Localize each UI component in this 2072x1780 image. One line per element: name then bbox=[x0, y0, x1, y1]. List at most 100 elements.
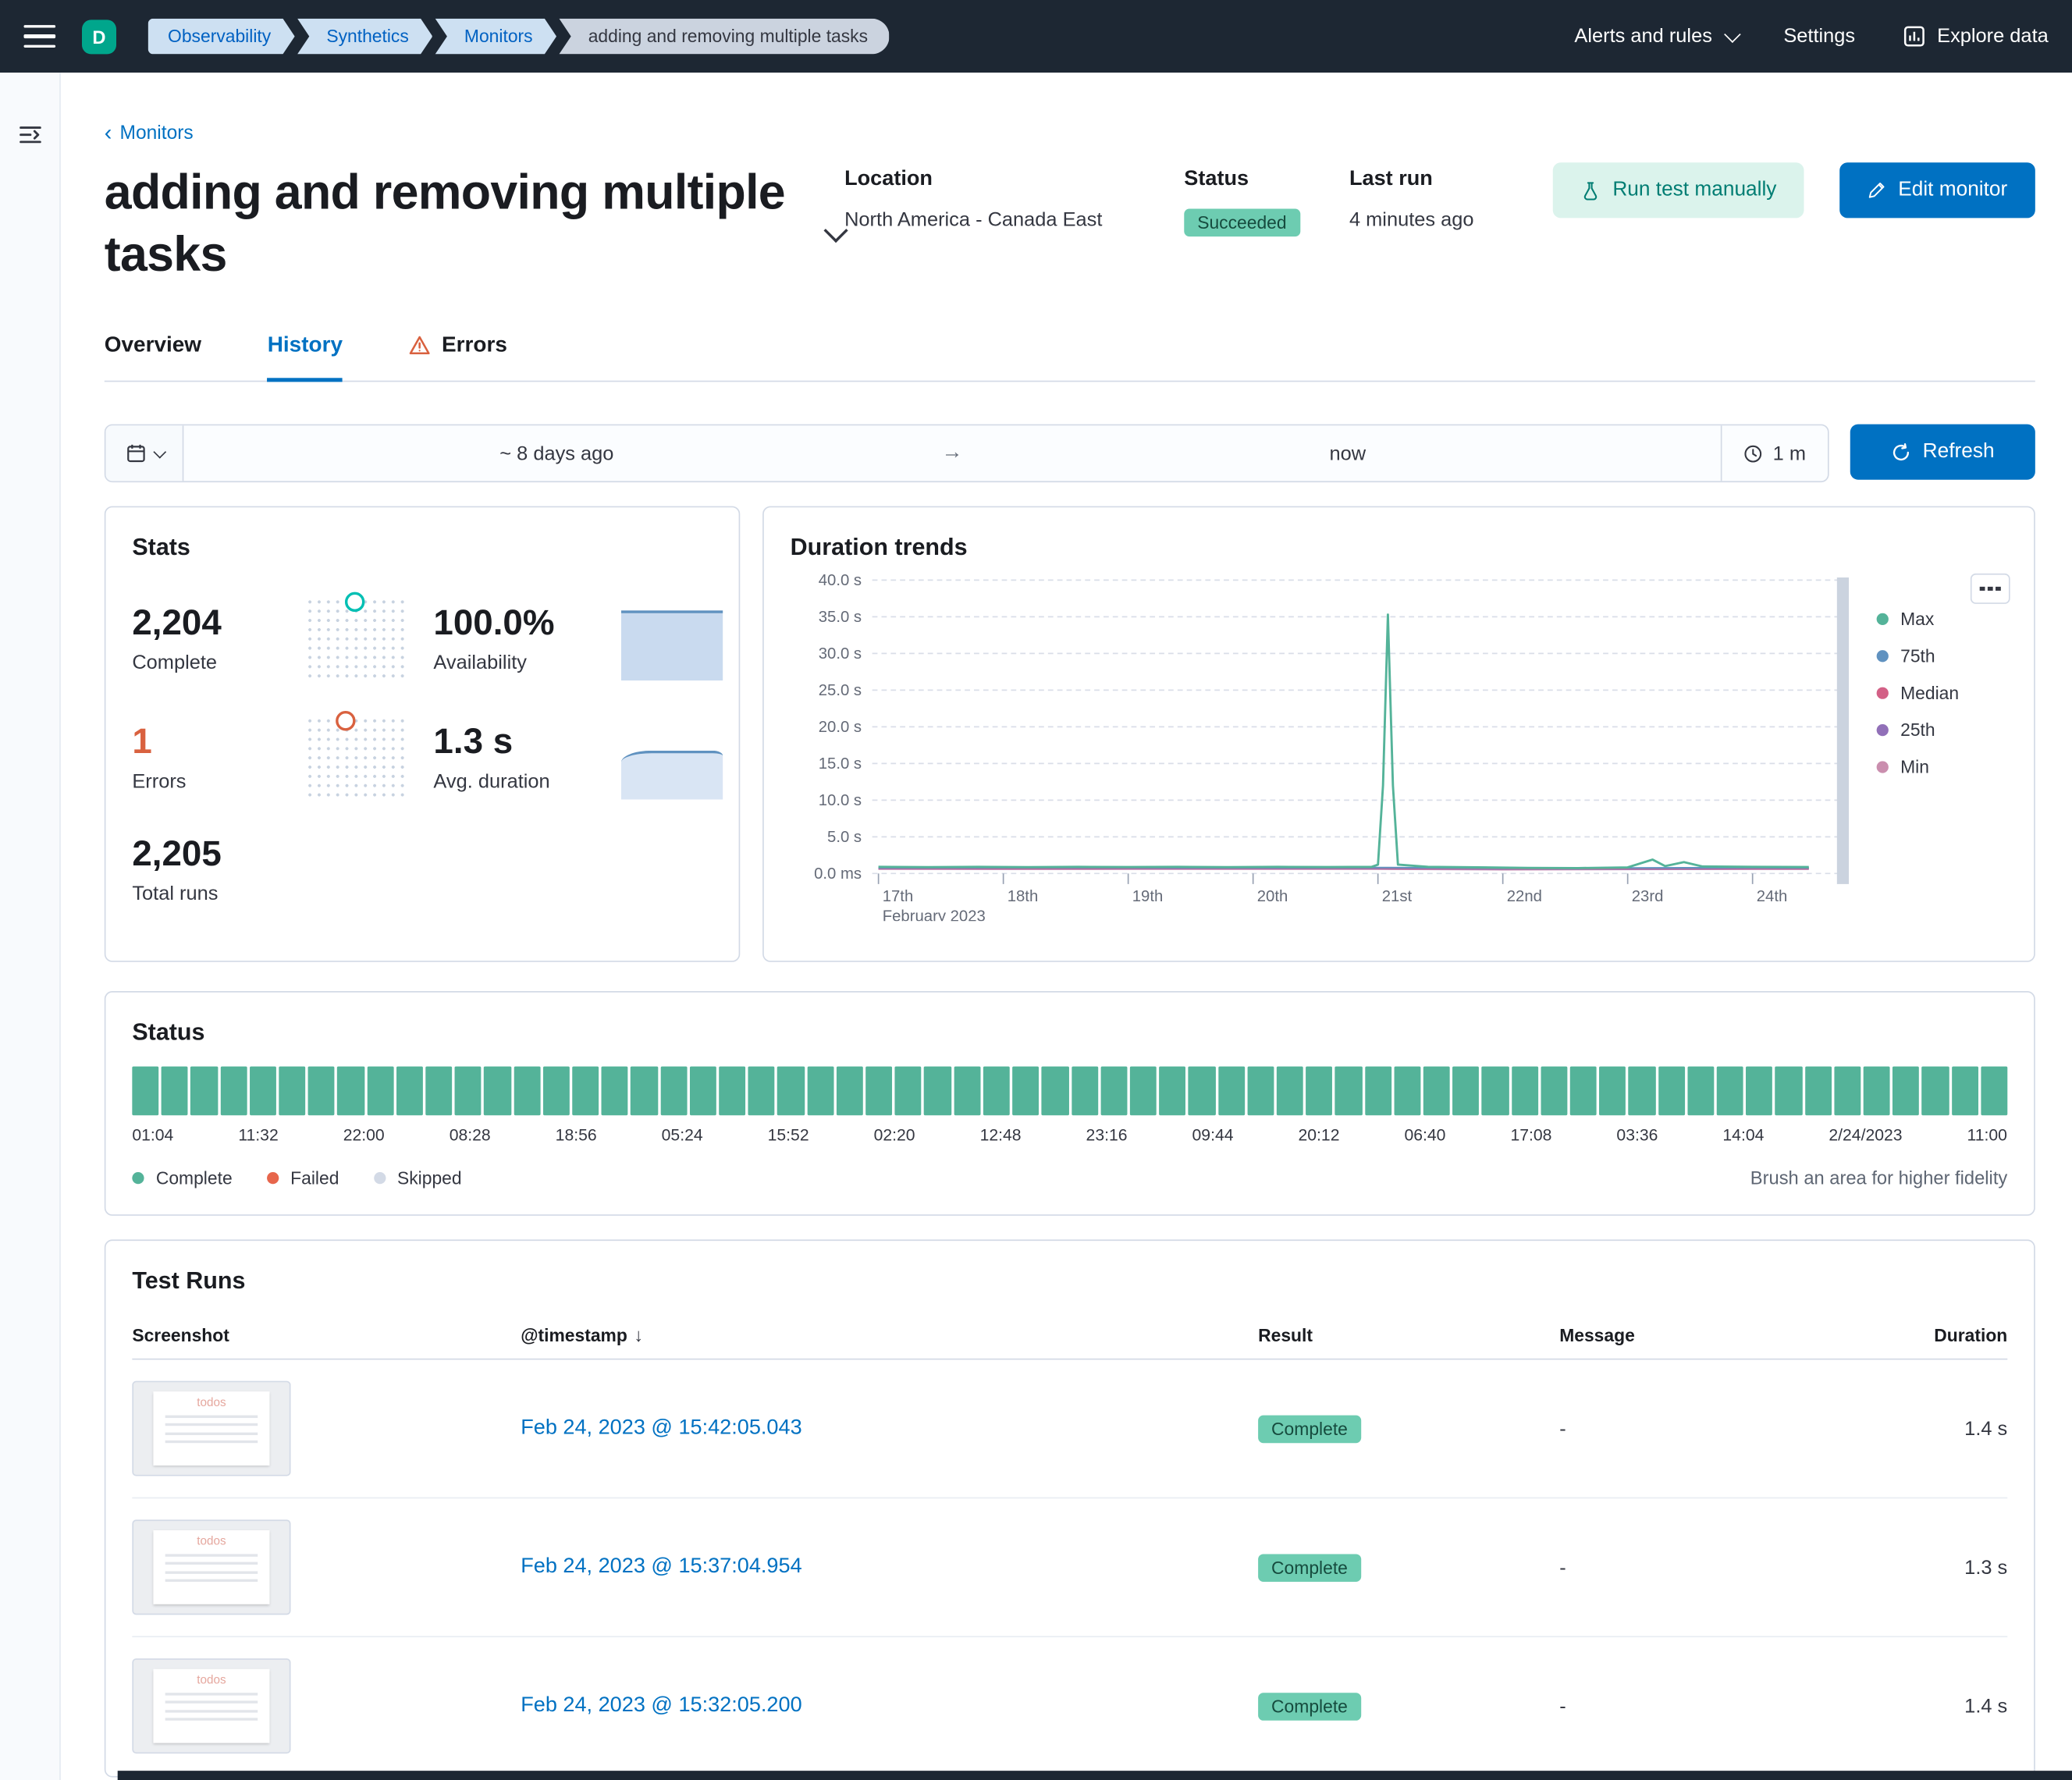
status-segment[interactable] bbox=[807, 1067, 833, 1116]
status-segment[interactable] bbox=[455, 1067, 482, 1116]
start-date-field[interactable]: ~ 8 days ago bbox=[183, 426, 929, 481]
status-segment[interactable] bbox=[250, 1067, 276, 1116]
status-segment[interactable] bbox=[1042, 1067, 1068, 1116]
back-to-monitors-link[interactable]: ‹ Monitors bbox=[105, 123, 194, 144]
column-timestamp[interactable]: @timestamp ↓ bbox=[521, 1324, 1258, 1345]
status-segment[interactable] bbox=[1452, 1067, 1479, 1116]
tab-errors[interactable]: Errors bbox=[409, 333, 507, 382]
status-segment[interactable] bbox=[1364, 1067, 1391, 1116]
duration-trends-chart[interactable]: 40.0 s35.0 s30.0 s25.0 s20.0 s15.0 s10.0… bbox=[791, 567, 1864, 922]
status-segment[interactable] bbox=[1100, 1067, 1127, 1116]
status-segment[interactable] bbox=[660, 1067, 687, 1116]
status-segment[interactable] bbox=[1423, 1067, 1450, 1116]
status-segment[interactable] bbox=[983, 1067, 1010, 1116]
status-segment[interactable] bbox=[1217, 1067, 1244, 1116]
status-segment[interactable] bbox=[1072, 1067, 1098, 1116]
bottom-scrollbar[interactable] bbox=[118, 1771, 2072, 1780]
breadcrumb-item[interactable]: Synthetics bbox=[297, 19, 432, 55]
edit-monitor-button[interactable]: Edit monitor bbox=[1840, 162, 2035, 218]
expand-sidebar-icon[interactable] bbox=[18, 123, 41, 146]
status-segment[interactable] bbox=[1717, 1067, 1743, 1116]
status-segment[interactable] bbox=[1130, 1067, 1157, 1116]
status-segment[interactable] bbox=[1482, 1067, 1509, 1116]
refresh-button[interactable]: Refresh bbox=[1850, 425, 2035, 480]
status-segment[interactable] bbox=[396, 1067, 423, 1116]
breadcrumb-item[interactable]: Observability bbox=[148, 19, 295, 55]
status-segment[interactable] bbox=[1658, 1067, 1684, 1116]
end-date-field[interactable]: now bbox=[975, 426, 1721, 481]
status-segment[interactable] bbox=[485, 1067, 511, 1116]
status-bars[interactable] bbox=[132, 1067, 2007, 1116]
status-segment[interactable] bbox=[631, 1067, 658, 1116]
chart-options-icon[interactable] bbox=[1971, 574, 2010, 604]
status-segment[interactable] bbox=[602, 1067, 628, 1116]
status-segment[interactable] bbox=[690, 1067, 716, 1116]
status-segment[interactable] bbox=[1922, 1067, 1949, 1116]
status-segment[interactable] bbox=[1159, 1067, 1185, 1116]
breadcrumb-item[interactable]: Monitors bbox=[435, 19, 556, 55]
status-segment[interactable] bbox=[1746, 1067, 1772, 1116]
status-segment[interactable] bbox=[1306, 1067, 1332, 1116]
refresh-interval-button[interactable]: 1 m bbox=[1721, 426, 1828, 481]
status-segment[interactable] bbox=[865, 1067, 892, 1116]
status-segment[interactable] bbox=[837, 1067, 863, 1116]
legend-item[interactable]: Median bbox=[1877, 684, 1959, 703]
calendar-menu-button[interactable] bbox=[105, 426, 183, 481]
status-segment[interactable] bbox=[1775, 1067, 1802, 1116]
tab-history[interactable]: History bbox=[268, 333, 343, 382]
status-segment[interactable] bbox=[1981, 1067, 2007, 1116]
status-segment[interactable] bbox=[1247, 1067, 1274, 1116]
status-segment[interactable] bbox=[367, 1067, 393, 1116]
status-segment[interactable] bbox=[1864, 1067, 1890, 1116]
status-segment[interactable] bbox=[132, 1067, 158, 1116]
screenshot-thumbnail[interactable]: todos bbox=[132, 1520, 290, 1615]
menu-icon[interactable] bbox=[23, 24, 55, 48]
status-segment[interactable] bbox=[1012, 1067, 1039, 1116]
tab-overview[interactable]: Overview bbox=[105, 333, 201, 382]
run-test-manually-button[interactable]: Run test manually bbox=[1553, 162, 1804, 218]
status-segment[interactable] bbox=[308, 1067, 335, 1116]
status-segment[interactable] bbox=[1687, 1067, 1714, 1116]
status-segment[interactable] bbox=[1804, 1067, 1831, 1116]
test-run-timestamp-link[interactable]: Feb 24, 2023 @ 15:32:05.200 bbox=[521, 1694, 801, 1718]
status-segment[interactable] bbox=[1335, 1067, 1362, 1116]
status-segment[interactable] bbox=[1541, 1067, 1567, 1116]
settings-link[interactable]: Settings bbox=[1783, 25, 1855, 48]
legend-item[interactable]: Max bbox=[1877, 609, 1959, 629]
status-segment[interactable] bbox=[895, 1067, 922, 1116]
status-segment[interactable] bbox=[954, 1067, 980, 1116]
status-segment[interactable] bbox=[719, 1067, 745, 1116]
screenshot-thumbnail[interactable]: todos bbox=[132, 1381, 290, 1476]
status-segment[interactable] bbox=[1394, 1067, 1420, 1116]
status-segment[interactable] bbox=[1951, 1067, 1978, 1116]
space-avatar[interactable]: D bbox=[82, 20, 116, 54]
status-segment[interactable] bbox=[572, 1067, 599, 1116]
status-segment[interactable] bbox=[1629, 1067, 1655, 1116]
status-segment[interactable] bbox=[543, 1067, 570, 1116]
status-segment[interactable] bbox=[778, 1067, 805, 1116]
status-segment[interactable] bbox=[191, 1067, 218, 1116]
status-segment[interactable] bbox=[514, 1067, 540, 1116]
status-segment[interactable] bbox=[425, 1067, 452, 1116]
legend-item[interactable]: 25th bbox=[1877, 720, 1959, 740]
status-segment[interactable] bbox=[1893, 1067, 1919, 1116]
test-run-timestamp-link[interactable]: Feb 24, 2023 @ 15:42:05.043 bbox=[521, 1417, 801, 1441]
status-segment[interactable] bbox=[279, 1067, 305, 1116]
status-segment[interactable] bbox=[1599, 1067, 1626, 1116]
test-run-timestamp-link[interactable]: Feb 24, 2023 @ 15:37:04.954 bbox=[521, 1556, 801, 1579]
explore-data-link[interactable]: Explore data bbox=[1903, 25, 2049, 48]
legend-item[interactable]: Min bbox=[1877, 758, 1959, 777]
alerts-and-rules-menu[interactable]: Alerts and rules bbox=[1574, 25, 1736, 48]
screenshot-thumbnail[interactable]: todos bbox=[132, 1659, 290, 1754]
status-segment[interactable] bbox=[748, 1067, 775, 1116]
status-segment[interactable] bbox=[1189, 1067, 1215, 1116]
status-segment[interactable] bbox=[925, 1067, 951, 1116]
status-segment[interactable] bbox=[220, 1067, 247, 1116]
status-segment[interactable] bbox=[1570, 1067, 1597, 1116]
status-segment[interactable] bbox=[1511, 1067, 1537, 1116]
status-segment[interactable] bbox=[338, 1067, 364, 1116]
status-segment[interactable] bbox=[1277, 1067, 1303, 1116]
legend-item[interactable]: 75th bbox=[1877, 646, 1959, 666]
status-segment[interactable] bbox=[162, 1067, 188, 1116]
status-segment[interactable] bbox=[1834, 1067, 1861, 1116]
